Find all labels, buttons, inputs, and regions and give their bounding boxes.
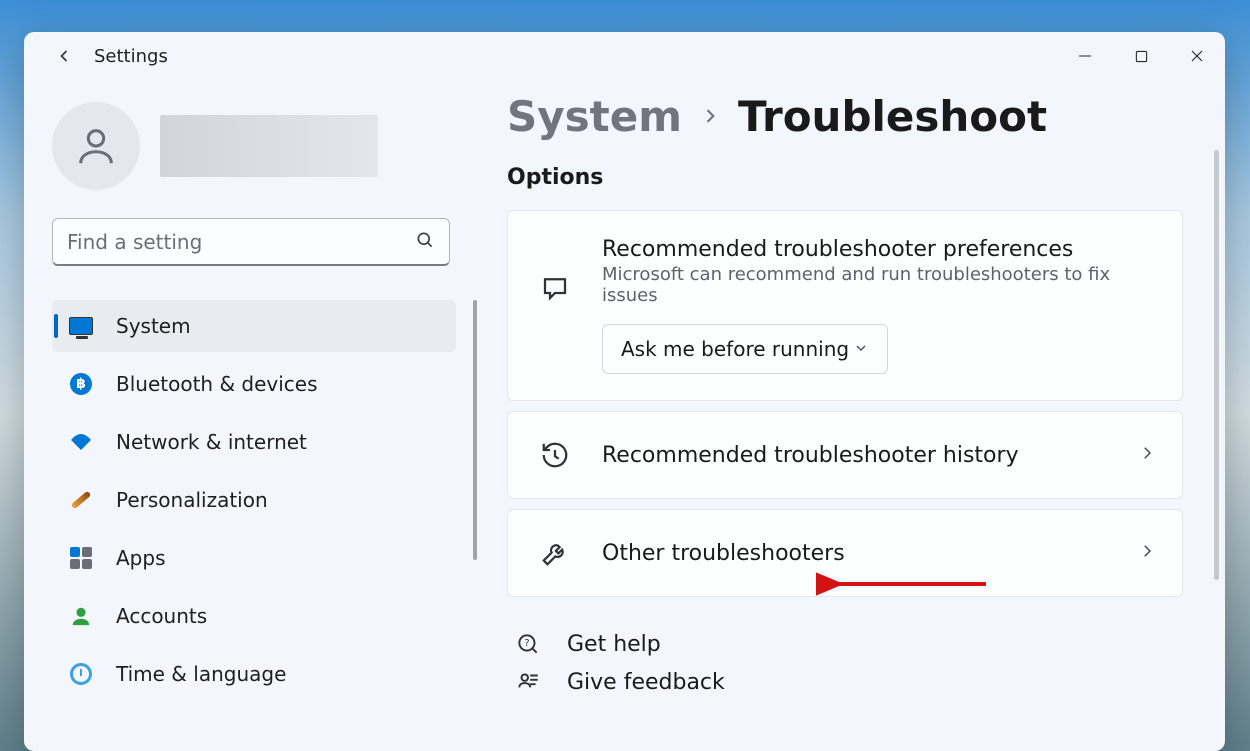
avatar[interactable] (52, 102, 140, 190)
sidebar-item-label: Bluetooth & devices (116, 372, 318, 396)
minimize-button[interactable] (1057, 32, 1113, 80)
other-troubleshooters-card[interactable]: Other troubleshooters (507, 509, 1183, 597)
brush-icon (68, 487, 94, 513)
sidebar: System ฿ Bluetooth & devices Network & i… (24, 80, 479, 751)
sidebar-item-system[interactable]: System (52, 300, 456, 352)
profile-name-redacted (160, 115, 378, 177)
sidebar-item-apps[interactable]: Apps (52, 532, 456, 584)
main-panel: System Troubleshoot Options Recommended … (479, 80, 1225, 751)
link-label: Get help (567, 632, 661, 657)
person-icon (68, 603, 94, 629)
get-help-link[interactable]: ? Get help (507, 629, 1189, 659)
sidebar-item-label: System (116, 314, 191, 338)
sidebar-item-personalization[interactable]: Personalization (52, 474, 456, 526)
sidebar-item-bluetooth[interactable]: ฿ Bluetooth & devices (52, 358, 456, 410)
clock-icon (68, 661, 94, 687)
chevron-right-icon (1138, 444, 1156, 466)
sidebar-item-accounts[interactable]: Accounts (52, 590, 456, 642)
back-button[interactable] (48, 40, 80, 72)
sidebar-item-time-language[interactable]: Time & language (52, 648, 456, 700)
search-box[interactable] (52, 218, 450, 266)
settings-window: Settings (24, 32, 1225, 751)
title-bar: Settings (24, 32, 1225, 80)
select-value: Ask me before running (621, 337, 849, 361)
nav-list: System ฿ Bluetooth & devices Network & i… (52, 300, 455, 700)
troubleshooter-mode-select[interactable]: Ask me before running (602, 324, 888, 374)
troubleshooter-history-card[interactable]: Recommended troubleshooter history (507, 411, 1183, 499)
give-feedback-link[interactable]: Give feedback (507, 667, 1189, 697)
link-label: Give feedback (567, 670, 725, 695)
search-input[interactable] (67, 230, 415, 254)
wrench-icon (534, 532, 576, 574)
troubleshooter-preferences-card: Recommended troubleshooter preferences M… (507, 210, 1183, 401)
card-title: Recommended troubleshooter preferences (602, 237, 1156, 262)
profile-section (52, 102, 455, 190)
sidebar-item-label: Time & language (116, 662, 286, 686)
maximize-button[interactable] (1113, 32, 1169, 80)
apps-icon (68, 545, 94, 571)
sidebar-item-label: Accounts (116, 604, 207, 628)
wifi-icon (68, 429, 94, 455)
bluetooth-icon: ฿ (68, 371, 94, 397)
sidebar-item-label: Personalization (116, 488, 268, 512)
sidebar-item-label: Apps (116, 546, 166, 570)
feedback-icon (513, 667, 543, 697)
card-title: Other troubleshooters (602, 541, 1138, 566)
sidebar-scrollbar[interactable] (473, 300, 477, 560)
app-title: Settings (94, 46, 168, 67)
search-icon (415, 230, 435, 254)
window-controls (1057, 32, 1225, 80)
close-button[interactable] (1169, 32, 1225, 80)
sidebar-item-network[interactable]: Network & internet (52, 416, 456, 468)
help-icon: ? (513, 629, 543, 659)
main-scrollbar[interactable] (1214, 150, 1219, 580)
svg-text:?: ? (524, 638, 529, 649)
chevron-down-icon (853, 337, 869, 361)
section-header: Options (507, 165, 1189, 190)
sidebar-item-label: Network & internet (116, 430, 307, 454)
breadcrumb: System Troubleshoot (507, 92, 1189, 141)
page-title: Troubleshoot (738, 92, 1047, 141)
monitor-icon (68, 313, 94, 339)
history-icon (534, 434, 576, 476)
chevron-right-icon (1138, 542, 1156, 564)
chat-icon (534, 267, 576, 309)
card-subtitle: Microsoft can recommend and run troubles… (602, 264, 1156, 306)
chevron-right-icon (700, 100, 720, 133)
card-title: Recommended troubleshooter history (602, 443, 1138, 468)
breadcrumb-parent[interactable]: System (507, 92, 682, 141)
